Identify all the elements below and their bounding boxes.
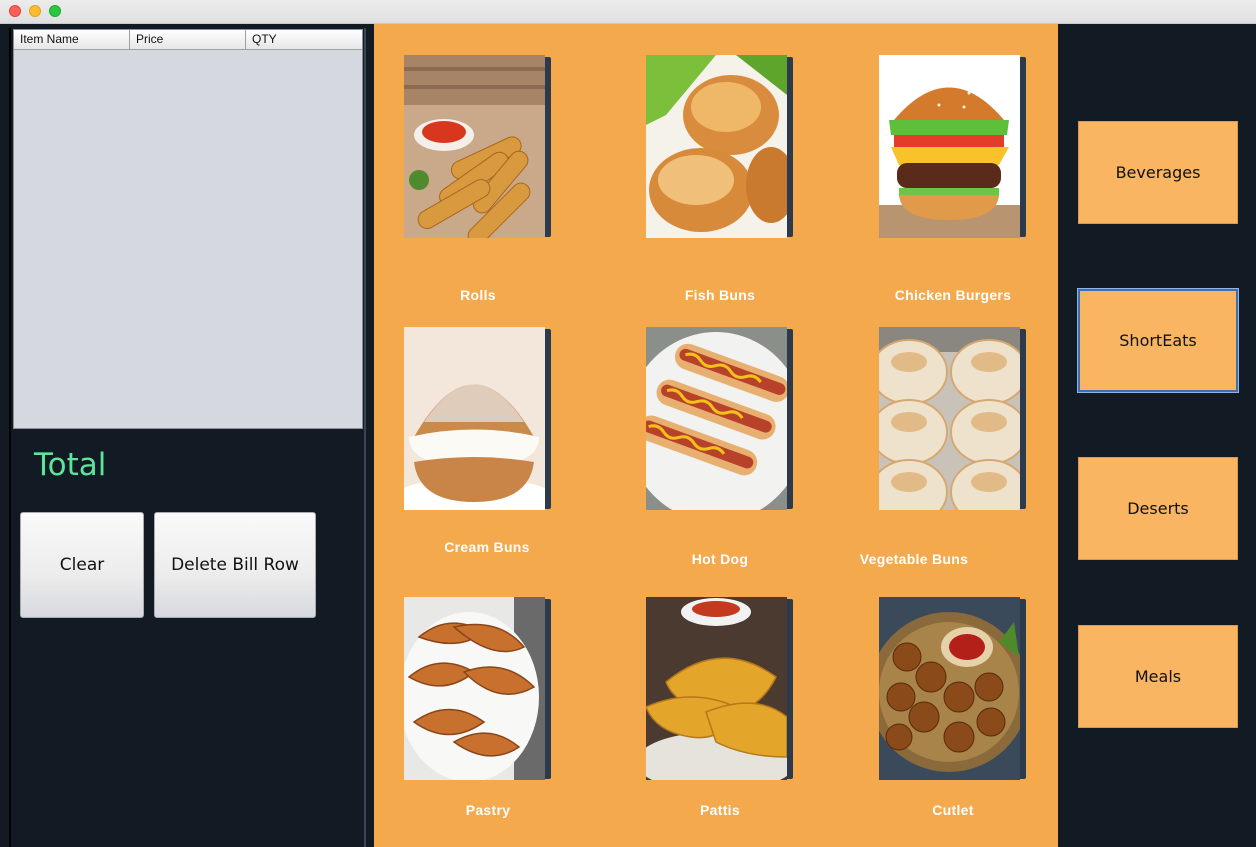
menu-item-fish-buns[interactable]: [646, 55, 793, 239]
bill-table[interactable]: Item Name Price QTY: [13, 29, 363, 429]
category-shorteats-button[interactable]: ShortEats: [1078, 289, 1238, 392]
column-item-name[interactable]: Item Name: [14, 30, 130, 49]
column-qty[interactable]: QTY: [246, 30, 362, 49]
pattis-photo: [646, 597, 787, 780]
croissant-pastry-photo: [404, 597, 545, 780]
menu-label-chicken-burgers[interactable]: Chicken Burgers: [895, 287, 1012, 303]
vegetable-buns-photo: [879, 327, 1020, 510]
zoom-window-icon[interactable]: [49, 5, 61, 17]
close-window-icon[interactable]: [9, 5, 21, 17]
category-beverages-button[interactable]: Beverages: [1078, 121, 1238, 224]
menu-label-hot-dog[interactable]: Hot Dog: [692, 551, 749, 567]
menu-label-pastry[interactable]: Pastry: [466, 802, 511, 818]
chicken-burger-photo: [879, 55, 1020, 238]
menu-item-chicken-burgers[interactable]: [879, 55, 1026, 239]
menu-label-vegetable-buns[interactable]: Vegetable Buns: [860, 551, 968, 567]
menu-item-cutlet[interactable]: [879, 597, 1026, 781]
fish-buns-photo: [646, 55, 787, 238]
menu-grid: Rolls Fish Buns Chicken Burgers Cream Bu…: [374, 24, 1058, 847]
clear-button[interactable]: Clear: [20, 512, 144, 618]
column-price[interactable]: Price: [130, 30, 246, 49]
menu-label-rolls[interactable]: Rolls: [460, 287, 496, 303]
menu-item-vegetable-buns[interactable]: [879, 327, 1026, 511]
category-meals-button[interactable]: Meals: [1078, 625, 1238, 728]
menu-label-cutlet[interactable]: Cutlet: [932, 802, 973, 818]
hot-dog-photo: [646, 327, 787, 510]
menu-label-cream-buns[interactable]: Cream Buns: [444, 539, 529, 555]
cutlet-photo: [879, 597, 1020, 780]
menu-item-rolls[interactable]: [404, 55, 551, 239]
menu-item-pastry[interactable]: [404, 597, 551, 781]
window-titlebar: [0, 0, 1256, 24]
menu-item-pattis[interactable]: [646, 597, 793, 781]
menu-item-hot-dog[interactable]: [646, 327, 793, 511]
spring-rolls-photo: [404, 55, 545, 238]
cream-bun-photo: [404, 327, 545, 510]
menu-label-pattis[interactable]: Pattis: [700, 802, 740, 818]
bill-table-header: Item Name Price QTY: [14, 30, 362, 50]
category-deserts-button[interactable]: Deserts: [1078, 457, 1238, 560]
delete-bill-row-button[interactable]: Delete Bill Row: [154, 512, 316, 618]
total-label: Total: [34, 447, 107, 483]
menu-item-cream-buns[interactable]: [404, 327, 551, 511]
minimize-window-icon[interactable]: [29, 5, 41, 17]
menu-label-fish-buns[interactable]: Fish Buns: [685, 287, 755, 303]
